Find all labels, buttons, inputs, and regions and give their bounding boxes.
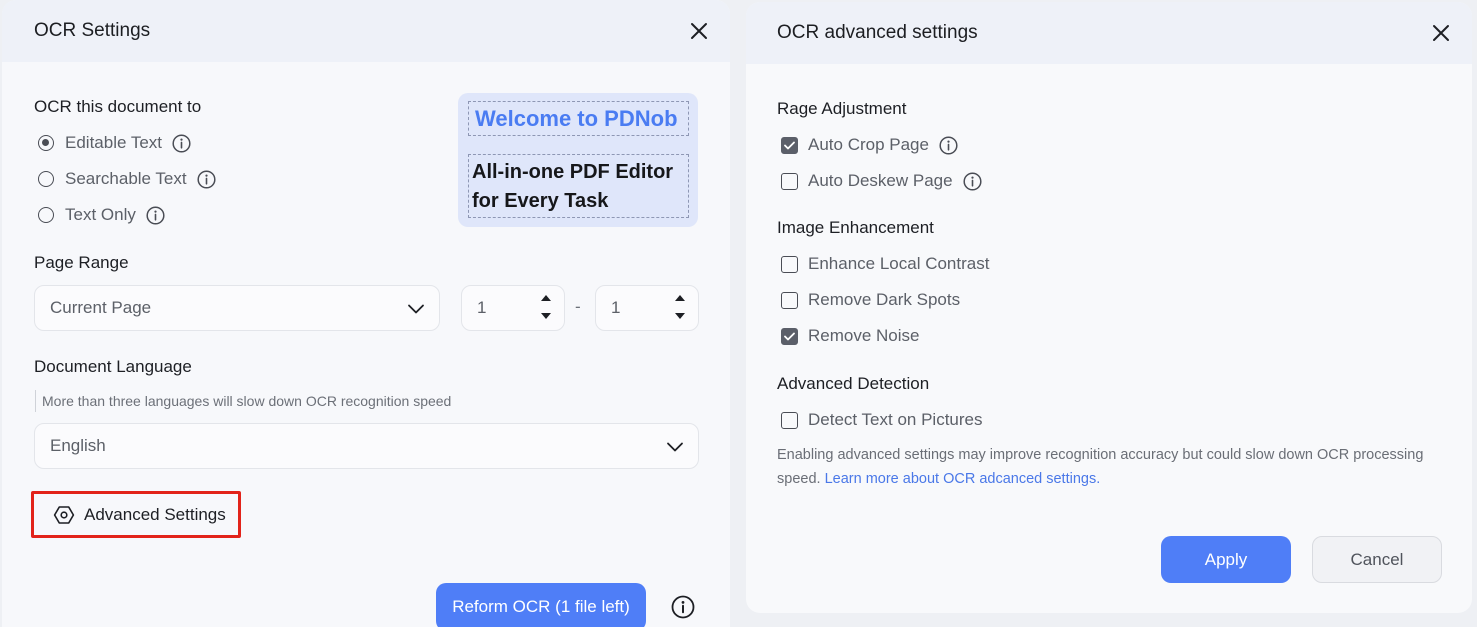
radio-text-only[interactable]: Text Only (38, 205, 165, 225)
advanced-settings-dialog: OCR advanced settings Rage Adjustment Au… (746, 2, 1472, 613)
checkmark-icon (784, 141, 795, 149)
checkbox[interactable] (781, 291, 798, 309)
range-separator: - (575, 297, 581, 316)
preview-body-line: for Every Task (472, 190, 609, 212)
ocr-preview-image: Welcome to PDNob All-in-one PDF Editor f… (458, 93, 698, 227)
advanced-settings-note: Enabling advanced settings may improve r… (777, 443, 1437, 491)
checkbox-auto-crop-page[interactable]: Auto Crop Page (781, 135, 958, 155)
checkmark-icon (784, 332, 795, 340)
checkbox-label: Enhance Local Contrast (808, 254, 990, 273)
checkbox-checked[interactable] (781, 136, 798, 154)
checkbox-label: Auto Crop Page (808, 135, 929, 154)
checkbox[interactable] (781, 255, 798, 273)
close-icon[interactable] (1431, 23, 1451, 43)
checkbox-label: Auto Deskew Page (808, 171, 953, 190)
page-range-dropdown[interactable]: Current Page (34, 285, 440, 331)
radio-editable-text[interactable]: Editable Text (38, 133, 191, 153)
radio-button-selected[interactable] (38, 135, 54, 151)
ocr-settings-dialog: OCR Settings OCR this document to Editab… (2, 0, 730, 627)
checkbox[interactable] (781, 172, 798, 190)
advanced-settings-button[interactable]: Advanced Settings (31, 491, 241, 538)
language-hint: More than three languages will slow down… (35, 390, 451, 412)
language-dropdown[interactable]: English (34, 423, 699, 469)
group-title-image-enhancement: Image Enhancement (777, 218, 934, 237)
learn-more-link[interactable]: Learn more about OCR adcanced settings. (825, 471, 1101, 487)
chevron-down-icon (666, 438, 684, 461)
dialog-header: OCR advanced settings (746, 2, 1472, 64)
radio-searchable-text[interactable]: Searchable Text (38, 169, 216, 189)
checkbox-auto-deskew-page[interactable]: Auto Deskew Page (781, 171, 982, 191)
checkbox-remove-dark-spots[interactable]: Remove Dark Spots (781, 290, 960, 310)
checkbox-label: Remove Noise (808, 326, 920, 345)
dialog-header: OCR Settings (2, 0, 730, 62)
page-range-label: Page Range (34, 253, 129, 272)
radio-label: Searchable Text (65, 169, 187, 188)
document-language-label: Document Language (34, 357, 192, 376)
page-to-stepper[interactable]: 1 (595, 285, 699, 331)
radio-label: Editable Text (65, 133, 163, 152)
page-range-value: Current Page (50, 298, 152, 317)
dialog-title: OCR Settings (34, 20, 151, 41)
checkbox[interactable] (781, 411, 798, 429)
checkbox-label: Detect Text on Pictures (808, 410, 983, 429)
chevron-down-icon (407, 300, 425, 323)
reform-ocr-button[interactable]: Reform OCR (1 file left) (436, 583, 646, 627)
info-icon[interactable] (671, 595, 695, 619)
advanced-settings-label: Advanced Settings (84, 504, 226, 524)
info-icon[interactable] (939, 135, 958, 155)
radio-button[interactable] (38, 171, 54, 187)
checkbox-label: Remove Dark Spots (808, 290, 961, 309)
preview-heading: Welcome to PDNob (468, 101, 689, 136)
info-icon[interactable] (172, 133, 191, 153)
language-value: English (50, 436, 106, 455)
radio-label: Text Only (65, 205, 136, 224)
stepper-arrows[interactable] (674, 292, 686, 322)
preview-body: All-in-one PDF Editor for Every Task (468, 154, 689, 218)
preview-body-line: All-in-one PDF Editor (472, 161, 674, 183)
group-title-rage-adjustment: Rage Adjustment (777, 99, 907, 118)
apply-button[interactable]: Apply (1161, 536, 1291, 583)
checkbox-enhance-local-contrast[interactable]: Enhance Local Contrast (781, 254, 989, 274)
dialog-title: OCR advanced settings (777, 22, 978, 43)
close-icon[interactable] (689, 21, 709, 41)
info-icon[interactable] (197, 169, 216, 189)
info-icon[interactable] (963, 171, 982, 191)
ocr-to-label: OCR this document to (34, 97, 202, 116)
stepper-arrows[interactable] (540, 292, 552, 322)
cancel-button[interactable]: Cancel (1312, 536, 1442, 583)
info-icon[interactable] (146, 205, 165, 225)
checkbox-remove-noise[interactable]: Remove Noise (781, 326, 920, 346)
group-title-advanced-detection: Advanced Detection (777, 374, 930, 393)
checkbox-checked[interactable] (781, 327, 798, 345)
checkbox-detect-text-on-pictures[interactable]: Detect Text on Pictures (781, 410, 983, 430)
settings-hexagon-icon (53, 504, 75, 526)
radio-button[interactable] (38, 207, 54, 223)
page-from-stepper[interactable]: 1 (461, 285, 565, 331)
